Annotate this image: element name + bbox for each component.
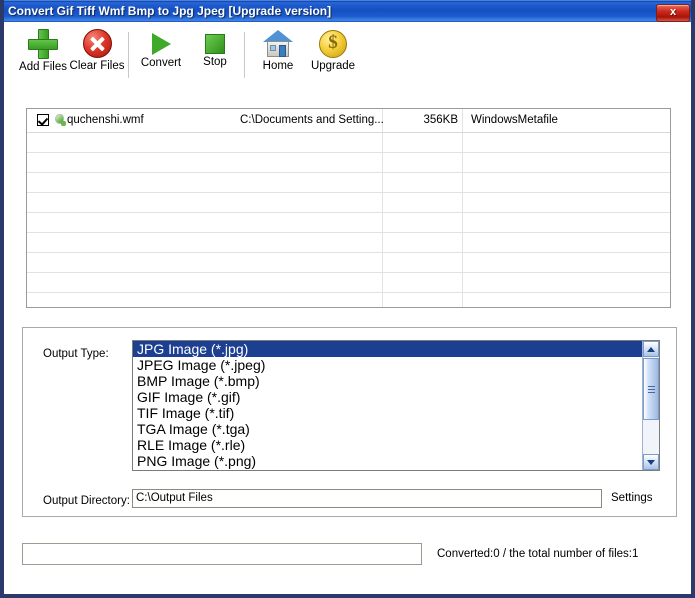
output-type-listbox[interactable]: JPG Image (*.jpg) JPEG Image (*.jpeg) BM… [132, 340, 660, 471]
output-type-option[interactable]: TIF Image (*.tif) [133, 405, 642, 421]
output-type-label: Output Type: [43, 348, 109, 360]
file-list[interactable]: quchenshi.wmf C:\Documents and Setting..… [26, 108, 671, 308]
scroll-down-icon[interactable] [643, 454, 659, 470]
title-bar: Convert Gif Tiff Wmf Bmp to Jpg Jpeg [Up… [4, 0, 691, 22]
column-separator [382, 273, 383, 292]
table-row-empty[interactable] [27, 273, 670, 293]
table-row-empty[interactable] [27, 213, 670, 233]
column-separator [462, 133, 463, 152]
table-row-empty[interactable] [27, 173, 670, 193]
column-separator [382, 193, 383, 212]
scroll-up-icon[interactable] [643, 341, 659, 357]
column-separator [462, 253, 463, 272]
close-button[interactable]: x [656, 4, 690, 22]
column-separator [462, 233, 463, 252]
column-separator [462, 213, 463, 232]
upgrade-label: Upgrade [310, 60, 356, 72]
column-separator [382, 133, 383, 152]
scrollbar-thumb[interactable] [643, 358, 659, 420]
settings-button[interactable]: Settings [611, 492, 653, 504]
output-type-option[interactable]: TGA Image (*.tga) [133, 421, 642, 437]
stop-label: Stop [203, 56, 227, 68]
output-type-option[interactable]: GIF Image (*.gif) [133, 389, 642, 405]
toolbar-separator-1 [128, 32, 129, 78]
wmf-file-icon [53, 113, 67, 127]
column-separator [462, 273, 463, 292]
table-row[interactable]: quchenshi.wmf C:\Documents and Setting..… [27, 109, 670, 133]
table-row-empty[interactable] [27, 253, 670, 273]
dollar-coin-icon [319, 30, 347, 58]
plus-icon [28, 29, 58, 59]
toolbar: Add Files Clear Files Convert Stop Home … [4, 22, 691, 88]
home-label: Home [262, 60, 294, 72]
file-name-cell: quchenshi.wmf [67, 114, 144, 126]
column-separator [382, 213, 383, 232]
x-circle-icon [82, 29, 112, 58]
column-separator [382, 293, 383, 307]
output-type-options: JPG Image (*.jpg) JPEG Image (*.jpeg) BM… [133, 341, 642, 469]
stop-button[interactable]: Stop [184, 26, 246, 84]
table-row-empty[interactable] [27, 233, 670, 253]
output-type-option[interactable]: PNG Image (*.png) [133, 453, 642, 469]
column-separator [462, 193, 463, 212]
file-size-cell: 356KB [423, 114, 458, 126]
output-settings-group: Output Type: JPG Image (*.jpg) JPEG Imag… [22, 327, 677, 517]
upgrade-button[interactable]: Upgrade [302, 26, 364, 84]
close-icon: x [669, 6, 677, 18]
column-separator [462, 173, 463, 192]
column-separator [382, 153, 383, 172]
play-icon [151, 33, 171, 55]
toolbar-separator-2 [244, 32, 245, 78]
progress-bar [22, 543, 422, 565]
row-checkbox[interactable] [37, 114, 49, 126]
table-row-empty[interactable] [27, 193, 670, 213]
listbox-scrollbar[interactable] [642, 341, 659, 470]
convert-button[interactable]: Convert [130, 26, 192, 84]
output-type-option[interactable]: JPG Image (*.jpg) [133, 341, 642, 357]
table-row-empty[interactable] [27, 293, 670, 307]
column-separator [382, 173, 383, 192]
output-type-option[interactable]: RLE Image (*.rle) [133, 437, 642, 453]
output-directory-input[interactable]: C:\Output Files [132, 489, 602, 508]
output-directory-label: Output Directory: [43, 495, 130, 507]
add-files-label: Add Files [19, 61, 67, 73]
clear-files-label: Clear Files [69, 60, 125, 72]
column-separator [382, 233, 383, 252]
file-path-cell: C:\Documents and Setting... [240, 114, 384, 126]
convert-label: Convert [140, 57, 182, 69]
status-text: Converted:0 / the total number of files:… [437, 548, 639, 560]
clear-files-button[interactable]: Clear Files [66, 26, 128, 84]
column-separator [382, 253, 383, 272]
window-title: Convert Gif Tiff Wmf Bmp to Jpg Jpeg [Up… [8, 4, 332, 18]
add-files-button[interactable]: Add Files [12, 26, 74, 84]
house-icon [262, 30, 294, 58]
stop-square-icon [205, 34, 225, 54]
column-separator [462, 153, 463, 172]
file-type-cell: WindowsMetafile [471, 114, 558, 126]
output-type-option[interactable]: BMP Image (*.bmp) [133, 373, 642, 389]
table-row-empty[interactable] [27, 153, 670, 173]
column-separator [462, 293, 463, 307]
output-type-option[interactable]: JPEG Image (*.jpeg) [133, 357, 642, 373]
column-separator [462, 109, 463, 132]
table-row-empty[interactable] [27, 133, 670, 153]
home-button[interactable]: Home [247, 26, 309, 84]
application-window: Convert Gif Tiff Wmf Bmp to Jpg Jpeg [Up… [0, 0, 695, 598]
